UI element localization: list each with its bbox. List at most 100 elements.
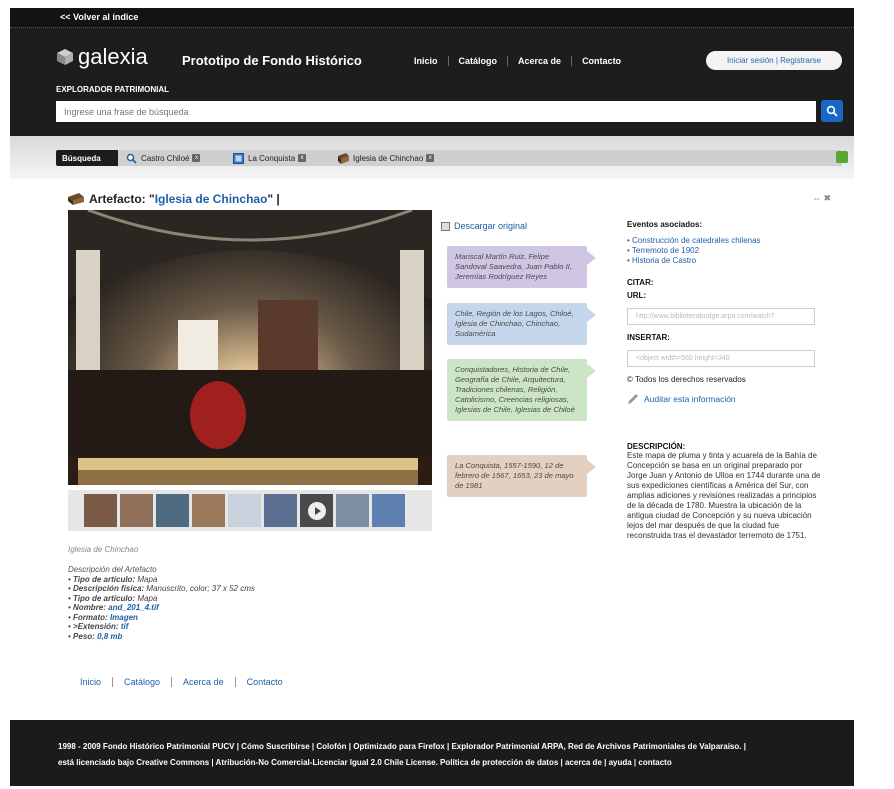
download-icon [441, 221, 450, 231]
event-link[interactable]: Construcción de catedrales chilenas [627, 236, 821, 246]
url-field[interactable]: http://www.bibliotecabudge.arpa.com/watc… [627, 308, 815, 325]
field-row: • >Extensión: tif [68, 622, 129, 631]
artifact-icon [338, 152, 349, 164]
right-column: Eventos asociados: Construcción de cated… [627, 220, 821, 541]
breadcrumb-label: Castro Chiloé [141, 153, 190, 163]
thumbnail[interactable] [264, 494, 297, 527]
audit-label: Auditar esta información [644, 394, 736, 404]
thumbnail[interactable] [120, 494, 153, 527]
description-heading: DESCRIPCIÓN: [627, 442, 686, 451]
breadcrumb-item-iglesia[interactable]: Iglesia de Chinchao x [338, 150, 435, 166]
thumbnail[interactable] [336, 494, 369, 527]
title-tools: ⇔ ✖ [812, 193, 831, 204]
breadcrumb-item-castro[interactable]: Castro Chiloé x [126, 150, 201, 166]
field-label: Tipo de artículo: [73, 593, 136, 603]
play-icon [307, 501, 326, 520]
dates-tag[interactable]: La Conquista, 1557-1590, 12 de febrero d… [447, 455, 596, 497]
artifact-photo[interactable] [68, 210, 432, 485]
field-row: • Nombre: and_201_4.tif [68, 603, 159, 612]
nav-contacto[interactable]: Contacto [571, 56, 631, 66]
remove-icon[interactable]: x [426, 154, 435, 162]
field-row: • Tipo de artículo: Mapa [68, 593, 158, 603]
people-tag[interactable]: Mariscal Martín Ruiz, Felipe Sandoval Sa… [447, 246, 596, 288]
cite-heading: CITAR: [627, 278, 654, 287]
bottom-nav-contacto[interactable]: Contacto [234, 677, 294, 687]
site-header: galexia Prototipo de Fondo Histórico Ini… [10, 28, 854, 136]
description-text: Este mapa de pluma y tinta y acuarela de… [627, 451, 821, 540]
breadcrumb-search[interactable]: Búsqueda [56, 150, 118, 166]
field-label: Descripción física: [73, 584, 145, 593]
bottom-nav: Inicio Catálogo Acerca de Contacto [68, 677, 294, 687]
event-link[interactable]: Historia de Castro [627, 256, 821, 266]
thumbnail[interactable] [192, 494, 225, 527]
field-row: • Descripción física: Manuscrito, color;… [68, 584, 255, 593]
field-label: Formato: [73, 612, 108, 622]
magnifier-icon [126, 153, 137, 164]
back-to-index-link[interactable]: << Volver al índice [60, 12, 138, 22]
search-icon [826, 105, 838, 117]
thumbnail[interactable] [84, 494, 117, 527]
thumbnail[interactable] [372, 494, 405, 527]
export-icon[interactable] [836, 151, 848, 163]
video-thumbnail[interactable] [300, 494, 333, 527]
artifact-icon [68, 193, 84, 205]
topics-tag[interactable]: Conquistadores, Historia de Chile, Geogr… [447, 359, 596, 421]
places-tag[interactable]: Chile, Región de los Lagos, Chiloé, Igle… [447, 303, 596, 345]
field-label: >Extensión: [73, 622, 119, 631]
title-suffix: " | [267, 192, 280, 206]
field-value: Manuscrito, color; 37 x 52 cms [146, 584, 255, 593]
event-link[interactable]: Terremoto de 1902 [627, 246, 821, 256]
field-value: Mapa [137, 574, 158, 584]
field-value-link[interactable]: and_201_4.tif [108, 603, 159, 612]
breadcrumb-label: La Conquista [248, 153, 296, 163]
nav-inicio[interactable]: Inicio [404, 56, 448, 66]
arrows-icon[interactable]: ⇔ [812, 193, 821, 203]
field-value-link[interactable]: tif [121, 622, 129, 631]
breadcrumb: Búsqueda Castro Chiloé x La Conquista x … [56, 150, 842, 166]
field-row: • Formato: Imagen [68, 612, 138, 622]
top-nav: Inicio Catálogo Acerca de Contacto [404, 56, 631, 66]
events-heading: Eventos asociados: [627, 220, 703, 229]
bottom-nav-inicio[interactable]: Inicio [68, 677, 112, 687]
footer-line-1: 1998 - 2009 Fondo Histórico Patrimonial … [58, 742, 746, 751]
field-value-link[interactable]: 0,8 mb [97, 632, 122, 641]
desc-heading: Descripción del Artefacto [68, 565, 157, 574]
artifact-name: Iglesia de Chinchao [154, 192, 268, 206]
cube-logo-icon [57, 49, 73, 65]
photo-caption: Iglesia de Chinchao [68, 545, 139, 554]
field-value: Mapa [137, 593, 158, 603]
thumbnail[interactable] [156, 494, 189, 527]
breadcrumb-label: Iglesia de Chinchao [353, 153, 424, 163]
download-original-link[interactable]: Descargar original [441, 221, 527, 231]
pencil-icon [628, 394, 638, 404]
artifact-title: Artefacto: " Iglesia de Chinchao " | [68, 192, 280, 206]
top-strip: << Volver al índice [10, 8, 854, 28]
embed-label: INSERTAR: [627, 333, 670, 342]
breadcrumb-item-conquista[interactable]: La Conquista x [233, 150, 307, 166]
embed-field[interactable]: <object width=560 height=340 [627, 350, 815, 367]
search-input[interactable] [56, 101, 816, 122]
login-register-button[interactable]: Iniciar sesión | Registrarse [706, 51, 842, 70]
field-row: • Tipo de artículo: Mapa [68, 574, 158, 584]
nav-acerca[interactable]: Acerca de [507, 56, 571, 66]
search-button[interactable] [821, 100, 843, 122]
artifact-description-block: Descripción del Artefacto • Tipo de artí… [68, 565, 255, 641]
breadcrumb-bar: Búsqueda Castro Chiloé x La Conquista x … [10, 136, 854, 179]
galexia-logo[interactable]: galexia [56, 44, 148, 70]
thumbnail[interactable] [228, 494, 261, 527]
rights-text: © Todos los derechos reservados [627, 375, 746, 384]
remove-icon[interactable]: x [298, 154, 307, 162]
thumbnail-strip [68, 490, 432, 531]
logo-text: galexia [78, 44, 148, 69]
field-value-link[interactable]: Imagen [110, 613, 138, 622]
audit-link[interactable]: Auditar esta información [627, 393, 821, 405]
nav-catalogo[interactable]: Catálogo [447, 56, 508, 66]
footer-line-2: está licenciado bajo Creative Commons | … [58, 758, 672, 767]
close-icon[interactable]: ✖ [824, 193, 832, 203]
remove-icon[interactable]: x [192, 154, 201, 162]
bottom-nav-acerca[interactable]: Acerca de [171, 677, 235, 687]
site-footer: 1998 - 2009 Fondo Histórico Patrimonial … [10, 720, 854, 786]
field-row: • Peso: 0,8 mb [68, 631, 123, 641]
bottom-nav-catalogo[interactable]: Catálogo [112, 677, 171, 687]
folder-icon [233, 152, 244, 164]
